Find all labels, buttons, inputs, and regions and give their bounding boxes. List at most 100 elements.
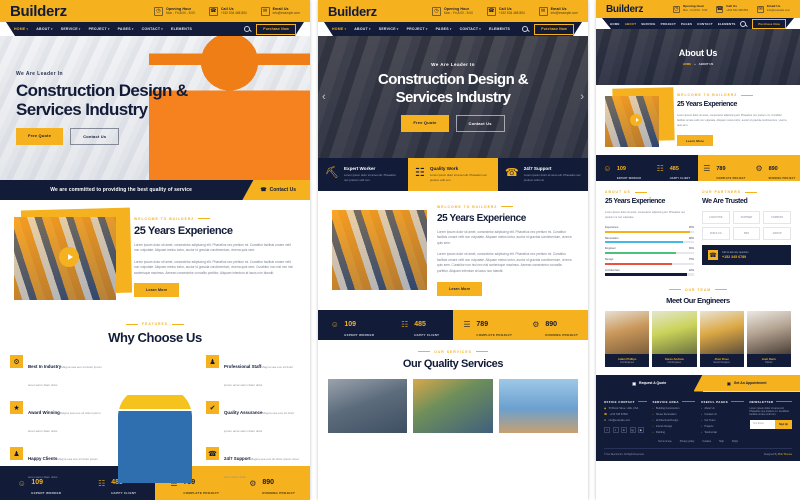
top-info-email-us[interactable]: ✉ Email Us info@example.com [538, 6, 578, 16]
about-learn-more-button[interactable]: Learn More [134, 283, 180, 298]
free-quote-button[interactable]: Free Quote [401, 114, 449, 132]
brand-logo-6[interactable]: GROUP [763, 227, 791, 240]
newsletter-signup-button[interactable]: Sign Up [774, 419, 792, 429]
nav-item-contact[interactable]: CONTACT▾ [460, 27, 481, 31]
instagram-icon[interactable]: ig [629, 426, 636, 433]
nav-item-elements[interactable]: ELEMENTS [171, 27, 192, 31]
about-section-label: WELCOME TO BUILDERZ [437, 205, 574, 209]
top-info-email-us[interactable]: ✉ Email Us info@example.com [260, 6, 300, 16]
top-info-call-us[interactable]: ☎ Call Us +152 534 468 854 [208, 6, 247, 16]
nav-item-service[interactable]: SERVICE▾ [61, 27, 81, 31]
linkedin-icon[interactable]: in [621, 426, 627, 433]
nav-item-pages[interactable]: PAGES▾ [118, 27, 134, 31]
play-icon[interactable] [59, 247, 79, 267]
footer-link[interactable]: › Building Construction [653, 407, 696, 410]
call-to-ask-box[interactable]: ☎ Call to ask any question +152 345 6789 [702, 245, 791, 265]
team-member-card[interactable]: Adam Phillips Civil Engineer [605, 310, 650, 367]
contact-us-button[interactable]: Contact Us [70, 128, 120, 146]
top-info-call-us[interactable]: ☎ Call Us +152 534 468 854 [716, 5, 748, 13]
youtube-icon[interactable]: ▶ [638, 426, 644, 433]
service-card-expert-worker[interactable]: ⛏ Expert Worker Lorem ipsum dolor sit ame… [318, 158, 408, 191]
purchase-now-button[interactable]: Purchase Now [534, 24, 574, 35]
footer-email[interactable]: ✉ info@example.com [604, 419, 647, 422]
footer-link[interactable]: › About Us [701, 407, 744, 410]
brand-logo-2[interactable]: PARTNER [732, 211, 761, 224]
about-learn-more-button[interactable]: Learn More [437, 281, 483, 296]
search-icon[interactable] [244, 26, 250, 32]
breadcrumb-home[interactable]: HOME [683, 62, 691, 66]
service-card-foundation[interactable] [328, 378, 408, 433]
site-logo[interactable]: Builderz [10, 3, 67, 20]
service-card-quality-work[interactable]: ☷ Quality Work Lorem ipsum dolor sit amet… [408, 158, 498, 191]
footer-link[interactable]: › House Renovation [653, 413, 696, 416]
play-icon[interactable] [630, 114, 642, 126]
free-quote-button[interactable]: Free Quote [16, 128, 64, 146]
footer-link[interactable]: › Our Team [701, 419, 744, 422]
footer-link[interactable]: › Painting [653, 431, 696, 434]
feature-best-in-industry[interactable]: ⚙ Best In IndustryMagna sea eos sit dolo… [10, 355, 104, 391]
footer-legal-link[interactable]: FAQs [732, 440, 738, 443]
about-learn-more-button[interactable]: Learn More [677, 135, 714, 147]
nav-item-service[interactable]: SERVICE▾ [379, 27, 399, 31]
nav-item-home[interactable]: HOME▾ [14, 27, 28, 31]
footer-legal-link[interactable]: Terms of use [658, 440, 672, 443]
about-video-thumbnail[interactable] [14, 207, 133, 300]
facebook-icon[interactable]: f [604, 426, 610, 433]
nav-item-project[interactable]: PROJECT▾ [89, 27, 110, 31]
purchase-now-button[interactable]: Purchase Now [752, 19, 786, 29]
feature-24-7-support[interactable]: ☎ 24/7 SupportMagna sea eos sit dolor ip… [206, 447, 300, 483]
newsletter-email-input[interactable]: Your Email [749, 419, 775, 429]
about-video-thumbnail[interactable] [605, 87, 675, 147]
call-number[interactable]: +152 345 6789 [722, 255, 749, 259]
get-an-appointment-button[interactable]: ▣ Get An Appointment [693, 374, 800, 392]
nav-item-home[interactable]: HOME▾ [332, 27, 346, 31]
nav-item-elements[interactable]: ELEMENTS [718, 22, 736, 26]
purchase-now-button[interactable]: Purchase Now [256, 24, 296, 35]
nav-item-about[interactable]: ABOUT▾ [36, 27, 52, 31]
site-logo[interactable]: Builderz [328, 4, 377, 19]
site-logo[interactable]: Builderz [606, 4, 643, 15]
nav-item-elements[interactable]: ELEMENTS [489, 27, 510, 31]
nav-item-pages[interactable]: PAGES▾ [436, 27, 452, 31]
twitter-icon[interactable]: t [612, 426, 619, 433]
service-card-site-planning[interactable] [413, 378, 493, 433]
feature-professional-staff[interactable]: ♟ Professional StaffMagna sea eos sit do… [206, 355, 300, 391]
brand-logo-4[interactable]: BUILD CO [702, 227, 730, 240]
team-member-card[interactable]: Jeeh Denn Painter [746, 310, 791, 367]
search-icon[interactable] [740, 21, 746, 27]
feature-happy-clients[interactable]: ♟ Happy ClientsMagna sea eos sit dolor i… [10, 447, 104, 483]
nav-item-about[interactable]: ABOUT▾ [354, 27, 370, 31]
request-a-quote-button[interactable]: ▣ Request A Quote [596, 374, 703, 392]
nav-item-service[interactable]: SERVICE [641, 22, 655, 26]
footer-link[interactable]: › Contact Us [701, 413, 744, 416]
feature-award-winning[interactable]: ★ Award WinningMagna sea eos sit dolor i… [10, 401, 104, 437]
nav-item-project[interactable]: PROJECT▾ [407, 27, 428, 31]
top-info-email-us[interactable]: ✉ Email Us info@example.com [756, 5, 790, 13]
team-member-card[interactable]: Karen Andrew Civil Engineer [652, 310, 697, 367]
brand-logo-3[interactable]: COMPANY [763, 211, 791, 224]
service-card-24-7-support[interactable]: ☎ 24/7 Support Lorem ipsum dolor sit amet… [498, 158, 588, 191]
footer-legal-link[interactable]: Cookies [702, 440, 711, 443]
footer-link[interactable]: › Projects [701, 425, 744, 428]
feature-quality-assurance[interactable]: ✔ Quality AssuranceMagna sea eos sit dol… [206, 401, 300, 437]
contact-us-button[interactable]: Contact Us [455, 114, 505, 132]
nav-item-about[interactable]: ABOUT [625, 22, 637, 26]
service-card-roofing[interactable] [498, 378, 578, 433]
footer-link[interactable]: › Testimonial [701, 431, 744, 434]
nav-item-contact[interactable]: CONTACT [697, 22, 713, 26]
nav-item-home[interactable]: HOME [610, 22, 620, 26]
footer-legal-link[interactable]: Privacy policy [680, 440, 695, 443]
team-member-card[interactable]: Jhon Dose Senior Designer [699, 310, 744, 367]
footer-link[interactable]: › Interior Design [653, 425, 696, 428]
brand-logo-1[interactable]: LOGOTYPE [702, 211, 730, 224]
search-icon[interactable] [522, 26, 528, 32]
brand-logo-5[interactable]: PRO [732, 227, 761, 240]
nav-item-pages[interactable]: PAGES [681, 22, 692, 26]
commitment-contact-button[interactable]: ☎ Contact Us [242, 180, 310, 200]
footer-legal-link[interactable]: Help [719, 440, 724, 443]
nav-item-contact[interactable]: CONTACT▾ [142, 27, 163, 31]
top-info-call-us[interactable]: ☎ Call Us +152 534 468 854 [486, 6, 525, 16]
nav-item-project[interactable]: PROJECT [661, 22, 676, 26]
footer-link[interactable]: › Architectural Design [653, 419, 696, 422]
footer-phone[interactable]: ☎ +152 345 67840 [604, 413, 647, 416]
